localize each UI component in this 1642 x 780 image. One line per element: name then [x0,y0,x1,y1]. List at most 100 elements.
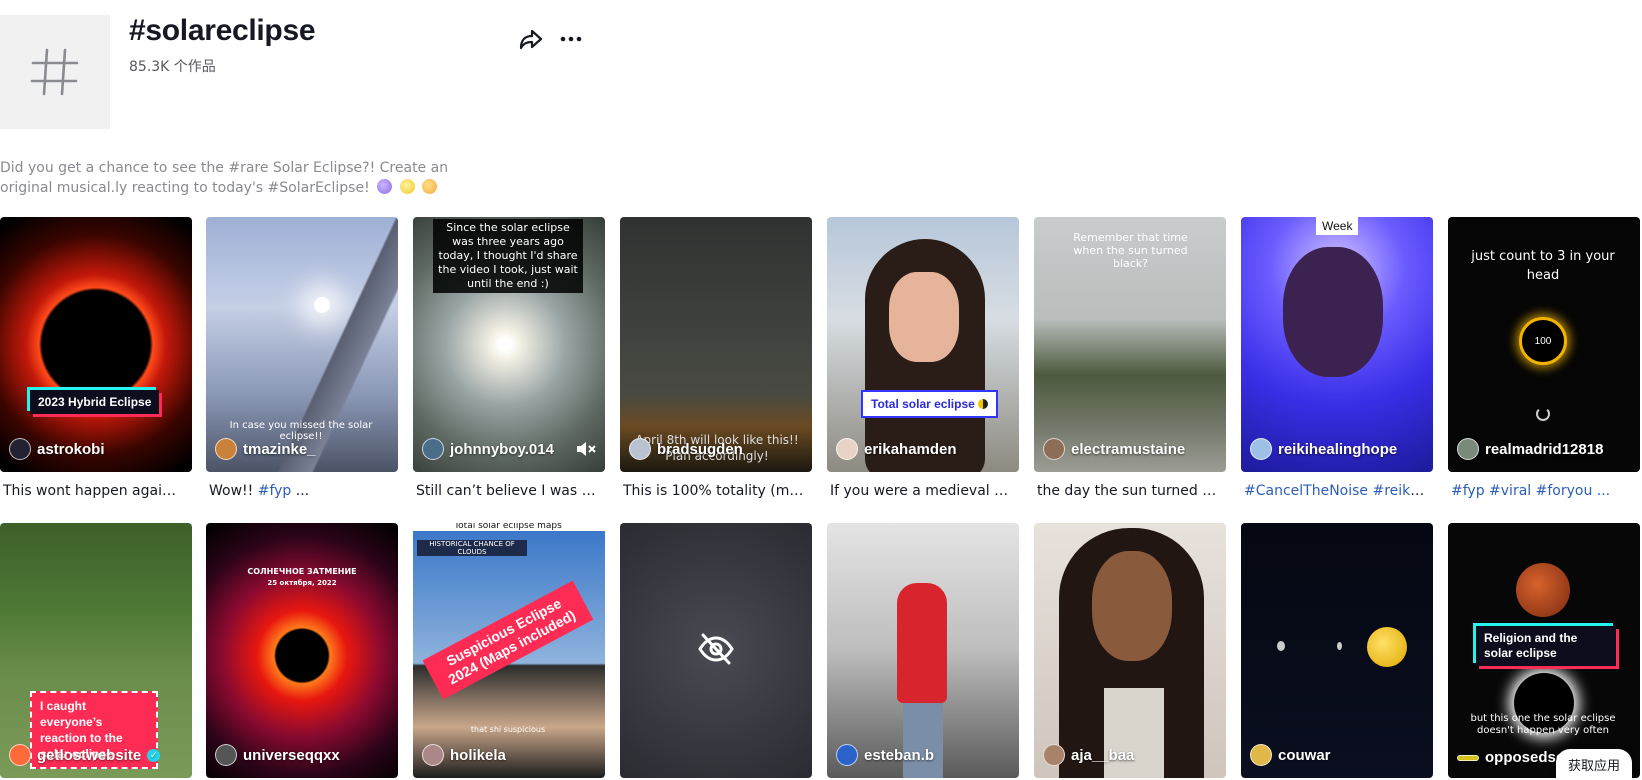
video-card[interactable]: Total solar eclipse maps HISTORICAL CHAN… [413,523,605,778]
author-name: johnnyboy.014 [450,440,554,458]
video-thumbnail[interactable]: Religion and the solar eclipse but this … [1448,523,1640,778]
hashtag-page: #solareclipse 85.3K 个作品 Did you get a ch… [0,0,1642,780]
overlay-label-text: Total solar eclipse [871,397,975,411]
caption-hashtag[interactable]: #CancelTheNoise #reiki [1244,483,1424,499]
video-caption[interactable]: #fyp #viral #foryou ... [1448,481,1632,501]
video-thumbnail[interactable]: In case you missed the solar eclipse!! t… [206,217,398,472]
video-card[interactable]: Since the solar eclipse was three years … [413,217,605,501]
author-name: holikela [450,746,506,764]
video-card[interactable]: esteban.b [827,523,1019,778]
video-thumbnail[interactable]: Since the solar eclipse was three years … [413,217,605,472]
avatar [1043,744,1065,766]
avatar [1250,438,1272,460]
mute-icon[interactable] [575,440,597,458]
avatar [1043,438,1065,460]
video-card[interactable]: Remember that time when the sun turned b… [1034,217,1226,501]
video-author[interactable]: couwar [1250,744,1331,766]
video-card[interactable]: 2023 Hybrid Eclipse astrokobi This wont … [0,217,192,501]
overlay-subtext: 25 октября, 2022 [267,579,337,587]
video-author[interactable]: electramustaine [1043,438,1185,460]
emoji-sun-face-icon [399,179,415,194]
video-thumbnail[interactable]: 2023 Hybrid Eclipse astrokobi [0,217,192,472]
video-thumbnail[interactable]: couwar [1241,523,1433,778]
video-thumbnail[interactable]: Total solar eclipse maps HISTORICAL CHAN… [413,523,605,778]
author-name: electramustaine [1071,440,1186,458]
video-card[interactable]: Week reikihealinghope #CancelTheNoise #r… [1241,217,1433,501]
overlay-caption: but this one the solar eclipse doesn't h… [1470,713,1616,736]
video-author[interactable]: johnnyboy.014 [422,438,554,460]
video-count: 85.3K 个作品 [129,59,216,75]
avatar [215,438,237,460]
overlay-text: Since the solar eclipse was three years … [433,219,583,293]
caption-hashtag[interactable]: #fyp #viral #foryou [1451,483,1592,499]
video-author[interactable]: realmadrid12818 [1457,438,1603,460]
video-author[interactable]: holikela [422,744,506,766]
author-name: astrokobi [37,440,105,458]
video-caption[interactable]: Still can’t believe I was a... [413,481,597,501]
video-thumbnail[interactable]: Total solar eclipse erikahamden [827,217,1019,472]
video-thumbnail[interactable]: aja__baa [1034,523,1226,778]
more-options-button[interactable] [558,26,584,52]
video-author[interactable]: erikahamden [836,438,957,460]
hashtag-icon [30,48,79,96]
caption-hashtag[interactable]: #fyp [258,483,292,499]
caption-text: Wow!! [209,483,258,499]
video-thumbnail[interactable]: just count to 3 in your head 100 realmad… [1448,217,1640,472]
overlay-label: Religion and the solar eclipse [1476,626,1616,666]
eye-off-icon [698,633,734,665]
blood-moon [1516,563,1570,617]
video-thumbnail[interactable]: I caught everyone’s reaction to the sola… [0,523,192,778]
video-thumbnail[interactable]: Remember that time when the sun turned b… [1034,217,1226,472]
more-icon [560,36,582,42]
video-card[interactable]: couwar [1241,523,1433,778]
video-caption[interactable]: If you were a medieval p... [827,481,1011,501]
emoji-sunglasses-icon [422,179,438,194]
video-card[interactable]: Total solar eclipse erikahamden If you w… [827,217,1019,501]
video-author[interactable]: tmazinke_ [215,438,316,460]
description-line-2-text: original musical.ly reacting to today's … [0,180,370,196]
get-app-button[interactable]: 获取应用 [1555,749,1632,780]
caption-ellipsis: ... [1592,483,1611,499]
person-face [1283,247,1383,377]
video-card[interactable]: just count to 3 in your head 100 realmad… [1448,217,1640,501]
video-card-hidden[interactable] [620,523,812,778]
video-card[interactable]: СОЛНЕЧНОЕ ЗАТМЕНИЕ 25 октября, 2022 univ… [206,523,398,778]
video-caption[interactable]: Wow!! #fyp ... [206,481,390,501]
video-caption[interactable]: #CancelTheNoise #reiki ... [1241,481,1425,501]
author-name: bradsugden [657,440,743,458]
video-author[interactable]: bradsugden [629,438,743,460]
emoji-moon-icon [377,179,393,194]
video-thumbnail[interactable]: Week reikihealinghope [1241,217,1433,472]
dial-value: 100 [1534,335,1552,347]
video-card[interactable]: Religion and the solar eclipse but this … [1448,523,1640,778]
video-author[interactable]: aja__baa [1043,744,1134,766]
description-line-2: original musical.ly reacting to today's … [0,178,450,198]
video-caption[interactable]: the day the sun turned bl... [1034,481,1218,501]
share-button[interactable] [518,26,544,52]
video-author[interactable]: universeqqxx [215,744,340,766]
video-caption[interactable]: This wont happen again ... [0,481,184,501]
avatar [629,438,651,460]
overlay-text: СОЛНЕЧНОЕ ЗАТМЕНИЕ [247,567,357,576]
hashtag-description: Did you get a chance to see the #rare So… [0,158,450,198]
overlay-label: Week [1316,217,1359,235]
video-caption[interactable]: This is 100% totality (mo... [620,481,804,501]
video-card[interactable]: April 8th will look like this!! Plan acc… [620,217,812,501]
video-thumbnail[interactable]: СОЛНЕЧНОЕ ЗАТМЕНИЕ 25 октября, 2022 univ… [206,523,398,778]
avatar [422,438,444,460]
video-thumbnail[interactable]: esteban.b [827,523,1019,778]
video-author[interactable]: astrokobi [9,438,105,460]
video-thumbnail[interactable]: April 8th will look like this!! Plan acc… [620,217,812,472]
video-author[interactable]: esteban.b [836,744,934,766]
video-author[interactable]: getlostwebsite ✓ [9,744,161,766]
author-name: tmazinke_ [243,440,316,458]
author-name: erikahamden [864,440,957,458]
caption-ellipsis: ... [291,483,310,499]
video-thumbnail[interactable] [620,523,812,778]
video-author[interactable]: reikihealinghope [1250,438,1397,460]
author-name: getlostwebsite [37,746,142,764]
video-card[interactable]: In case you missed the solar eclipse!! t… [206,217,398,501]
author-name: realmadrid12818 [1485,440,1604,458]
video-card[interactable]: aja__baa [1034,523,1226,778]
video-card[interactable]: I caught everyone’s reaction to the sola… [0,523,192,778]
